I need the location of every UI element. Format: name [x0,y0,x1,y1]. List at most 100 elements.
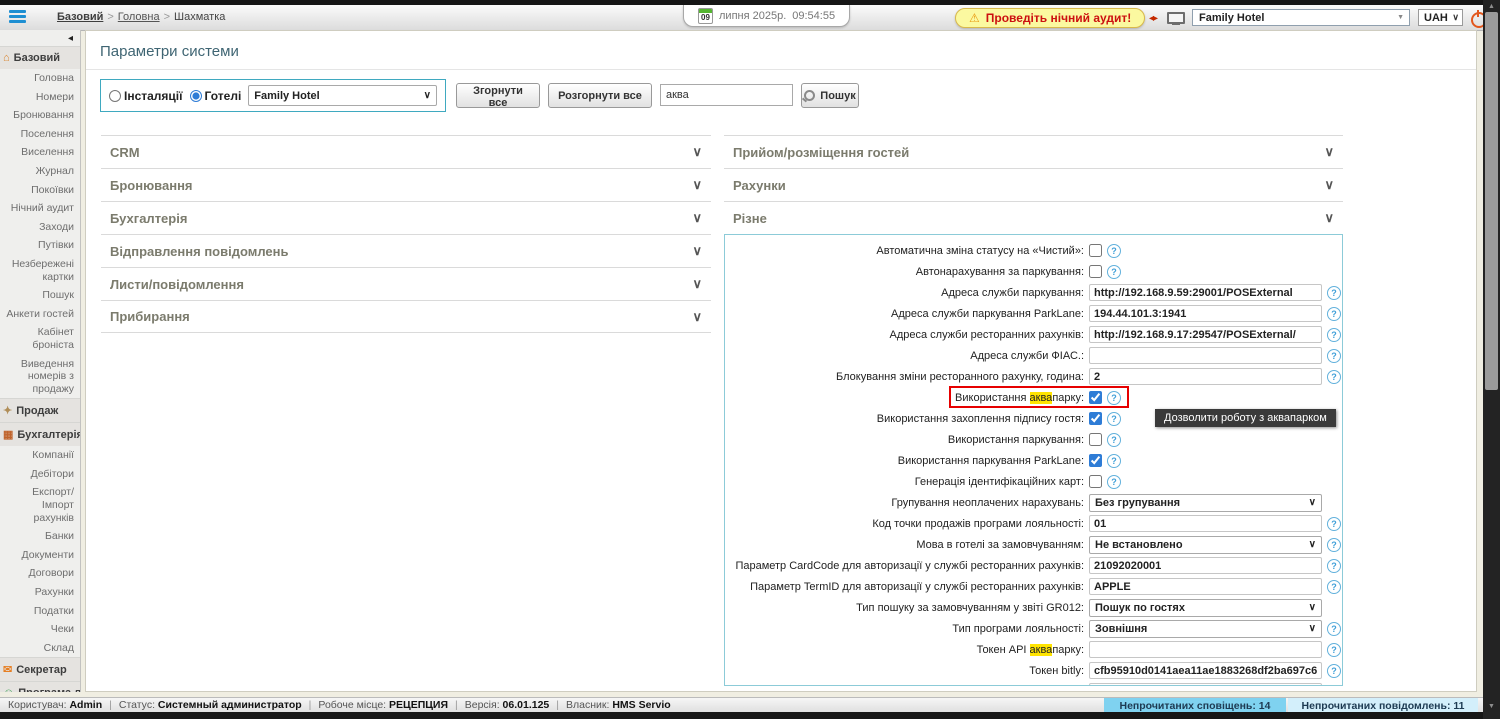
sidebar-item[interactable]: Банки [0,527,80,546]
param-input[interactable] [1089,641,1322,658]
help-icon[interactable]: ? [1107,265,1121,279]
breadcrumb-item-home[interactable]: Головна [118,11,160,23]
sidebar-item[interactable]: Поселення [0,125,80,144]
param-checkbox[interactable] [1089,391,1102,404]
scroll-up-icon[interactable]: ▲ [1483,3,1500,10]
sidebar-group-sales[interactable]: ✦Продаж [0,398,80,422]
sidebar-item[interactable]: Номери [0,88,80,107]
section-header-left-0[interactable]: CRM∨ [101,135,711,168]
help-icon[interactable]: ? [1327,559,1341,573]
help-icon[interactable]: ? [1327,286,1341,300]
session-switch-icon[interactable]: ◂▸ [1149,13,1157,24]
sidebar-item[interactable]: Чеки [0,620,80,639]
unread-notifications-badge[interactable]: Непрочитаних сповіщень: 14 [1104,698,1286,713]
sidebar-item[interactable]: Договори [0,564,80,583]
help-icon[interactable]: ? [1327,580,1341,594]
help-icon[interactable]: ? [1327,664,1341,678]
breadcrumb-item-base[interactable]: Базовий [57,11,103,23]
param-input[interactable] [1089,284,1322,301]
sidebar-item[interactable]: Експорт/Імпорт рахунків [0,483,80,527]
section-header-right-2[interactable]: Різне∨ [724,201,1343,234]
sidebar-item[interactable]: Склад [0,639,80,658]
sidebar-item[interactable]: Путівки [0,236,80,255]
sidebar-item[interactable]: Виселення [0,143,80,162]
date-display[interactable]: 09 липня 2025р. 09:54:55 [683,5,850,27]
help-icon[interactable]: ? [1107,412,1121,426]
sidebar-group-speech-bubble[interactable]: ✉Секретар [0,657,80,681]
radio-installations[interactable]: Інсталяції [109,89,183,103]
param-input[interactable] [1089,683,1322,686]
night-audit-warning[interactable]: ⚠ Проведіть нічний аудит! [955,8,1145,28]
radio-hotels[interactable]: Готелі [190,89,242,103]
param-checkbox[interactable] [1089,244,1102,257]
search-input[interactable] [660,84,793,106]
sidebar-item[interactable]: Дебітори [0,465,80,484]
param-checkbox[interactable] [1089,454,1102,467]
unread-messages-badge[interactable]: Непрочитаних повідомлень: 11 [1288,698,1478,713]
sidebar-item[interactable]: Пошук [0,286,80,305]
help-icon[interactable]: ? [1107,454,1121,468]
menu-icon[interactable] [9,10,26,23]
sidebar-item[interactable]: Рахунки [0,583,80,602]
help-icon[interactable]: ? [1327,685,1341,687]
param-select[interactable]: Без групування∨ [1089,494,1322,512]
expand-all-button[interactable]: Розгорнути все [548,83,652,108]
sidebar-item[interactable]: Покоївки [0,181,80,200]
hotel-param-select[interactable]: Family Hotel ∨ [248,85,437,106]
param-checkbox[interactable] [1089,433,1102,446]
help-icon[interactable]: ? [1327,328,1341,342]
param-select[interactable]: Пошук по гостях∨ [1089,599,1322,617]
sidebar-item[interactable]: Незбережені картки [0,255,80,286]
section-header-left-4[interactable]: Листи/повідомлення∨ [101,267,711,300]
help-icon[interactable]: ? [1327,538,1341,552]
search-button[interactable]: Пошук [801,83,859,108]
hotel-select[interactable]: Family Hotel ▼ [1192,9,1410,26]
sidebar-item[interactable]: Виведення номерів з продажу [0,355,80,399]
param-input[interactable] [1089,662,1322,679]
param-checkbox[interactable] [1089,265,1102,278]
sidebar-collapse-arrow[interactable]: ◂ [0,30,80,46]
param-select[interactable]: Зовнішня∨ [1089,620,1322,638]
help-icon[interactable]: ? [1107,244,1121,258]
sidebar-item[interactable]: Анкети гостей [0,305,80,324]
radio-hotels-input[interactable] [190,90,202,102]
sidebar-item[interactable]: Нічний аудит [0,199,80,218]
scroll-down-icon[interactable]: ▼ [1483,703,1500,710]
section-header-left-5[interactable]: Прибирання∨ [101,300,711,333]
sidebar-item[interactable]: Заходи [0,218,80,237]
sidebar-group-house[interactable]: ⌂Базовий [0,46,80,69]
param-checkbox[interactable] [1089,412,1102,425]
section-header-left-3[interactable]: Відправлення повідомлень∨ [101,234,711,267]
help-icon[interactable]: ? [1327,622,1341,636]
param-input[interactable] [1089,515,1322,532]
param-checkbox[interactable] [1089,475,1102,488]
currency-select[interactable]: UAH ∨ [1418,9,1463,26]
scrollbar-thumb[interactable] [1485,12,1498,390]
help-icon[interactable]: ? [1107,391,1121,405]
param-input[interactable] [1089,578,1322,595]
sidebar-group-person[interactable]: ☺Програма лояльності [0,681,80,692]
sidebar-item[interactable]: Бронювання [0,106,80,125]
help-icon[interactable]: ? [1327,643,1341,657]
sidebar-item[interactable]: Кабінет броніста [0,323,80,354]
sidebar-item[interactable]: Головна [0,69,80,88]
help-icon[interactable]: ? [1327,517,1341,531]
sidebar-item[interactable]: Документи [0,546,80,565]
workstation-icon[interactable] [1167,12,1185,26]
vertical-scrollbar[interactable]: ▲ ▼ [1483,0,1500,719]
sidebar-item[interactable]: Журнал [0,162,80,181]
sidebar-item[interactable]: Податки [0,602,80,621]
radio-installations-input[interactable] [109,90,121,102]
help-icon[interactable]: ? [1327,307,1341,321]
section-header-right-0[interactable]: Прийом/розміщення гостей∨ [724,135,1343,168]
param-input[interactable] [1089,557,1322,574]
help-icon[interactable]: ? [1327,370,1341,384]
section-header-left-1[interactable]: Бронювання∨ [101,168,711,201]
sidebar-group-abacus[interactable]: ▦Бухгалтерія [0,422,80,446]
param-input[interactable] [1089,347,1322,364]
param-input[interactable] [1089,305,1322,322]
section-header-right-1[interactable]: Рахунки∨ [724,168,1343,201]
param-input[interactable] [1089,326,1322,343]
section-header-left-2[interactable]: Бухгалтерія∨ [101,201,711,234]
param-select[interactable]: Не встановлено∨ [1089,536,1322,554]
